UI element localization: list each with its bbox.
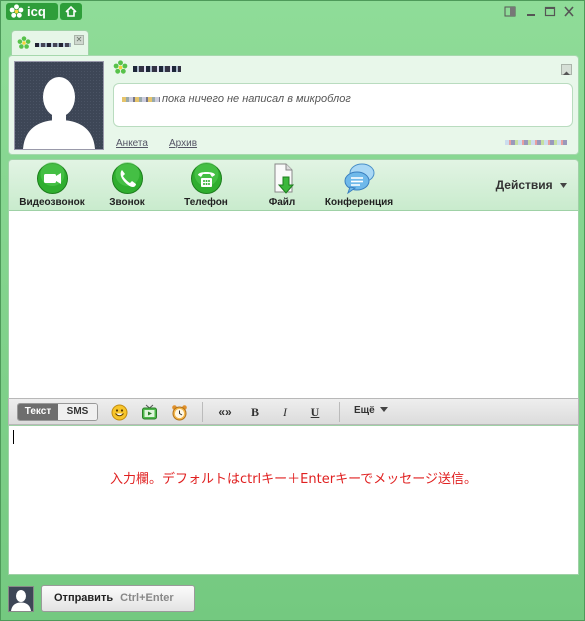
chat-window: icq ✕ пока ничего не написал в микроблог… — [0, 0, 585, 621]
toolbar-divider — [339, 402, 340, 422]
profile-link[interactable]: Анкета — [116, 138, 148, 149]
more-label: Ещё — [354, 405, 375, 416]
home-button[interactable] — [60, 3, 82, 20]
sms-mode-button[interactable]: SMS — [57, 404, 97, 420]
text-mode-button[interactable]: Текст — [18, 404, 58, 420]
maximize-icon — [544, 6, 556, 17]
minimize-icon — [527, 14, 535, 16]
message-mode-toggle: Текст SMS — [17, 403, 98, 421]
video-call-button[interactable]: Видеозвонок — [13, 162, 91, 208]
input-annotation: 入力欄。デフォルトはctrlキー＋Enterキーでメッセージ送信。 — [109, 472, 478, 487]
telephone-icon — [190, 162, 222, 194]
actions-label: Действия — [495, 178, 553, 192]
more-dropdown[interactable]: Ещё — [354, 405, 389, 416]
contact-avatar — [14, 61, 104, 150]
online-status-icon — [113, 60, 128, 74]
default-avatar-icon — [9, 587, 33, 611]
conference-icon — [344, 163, 374, 195]
my-avatar[interactable] — [8, 586, 34, 612]
restore-button[interactable] — [504, 6, 518, 18]
default-avatar-icon — [15, 62, 103, 149]
message-input[interactable]: 入力欄。デフォルトはctrlキー＋Enterキーでメッセージ送信。 — [8, 425, 579, 575]
italic-button[interactable]: I — [275, 403, 295, 421]
call-button[interactable]: Звонок — [95, 162, 159, 208]
contact-name-pixelated — [133, 66, 181, 72]
text-caret — [13, 430, 14, 444]
contact-uin-pixelated — [505, 140, 567, 145]
close-icon — [564, 6, 574, 17]
phone-call-icon — [111, 162, 143, 194]
restore-icon — [504, 6, 516, 17]
app-title: icq — [27, 4, 46, 19]
telephone-button[interactable]: Телефон — [173, 162, 239, 208]
actions-dropdown[interactable]: Действия — [496, 178, 568, 192]
chevron-up-icon — [563, 71, 570, 75]
title-bar: icq — [1, 1, 584, 23]
maximize-button[interactable] — [544, 6, 558, 18]
minimize-button[interactable] — [525, 6, 539, 18]
conference-label: Конференция — [324, 197, 394, 208]
send-label: Отправить — [54, 592, 114, 604]
archive-link[interactable]: Архив — [169, 138, 197, 149]
toolbar-divider — [202, 402, 203, 422]
home-icon — [65, 6, 77, 17]
contact-name-pixelated — [122, 97, 160, 102]
icq-flower-icon — [9, 4, 24, 18]
stickers-button[interactable] — [139, 403, 159, 421]
message-history[interactable] — [8, 211, 579, 398]
bold-button[interactable]: B — [245, 403, 265, 421]
close-button[interactable] — [563, 6, 577, 18]
status-message: пока ничего не написал в микроблог — [162, 93, 351, 105]
call-toolbar: Видеозвонок Звонок Телефон Файл Конферен… — [8, 159, 579, 211]
file-label: Файл — [268, 197, 296, 208]
icq-logo-button[interactable]: icq — [6, 3, 58, 20]
conference-button[interactable]: Конференция — [317, 162, 401, 208]
contact-name-row — [113, 60, 313, 76]
tab-contact[interactable]: ✕ — [11, 30, 89, 56]
format-toolbar: Текст SMS «» B I U Ещё — [8, 398, 579, 425]
send-shortcut: Ctrl+Enter — [120, 592, 174, 604]
chevron-down-icon — [560, 183, 567, 188]
tv-icon — [141, 404, 157, 420]
send-file-button[interactable]: Файл — [259, 162, 305, 208]
microblog-status-box: пока ничего не написал в микроблог — [113, 83, 573, 127]
video-call-icon — [36, 162, 68, 194]
wake-up-button[interactable] — [169, 403, 189, 421]
video-call-label: Видеозвонок — [19, 197, 85, 208]
quote-button[interactable]: «» — [215, 403, 235, 421]
underline-button[interactable]: U — [305, 403, 325, 421]
collapse-panel-button[interactable] — [561, 64, 572, 75]
smiley-icon — [111, 404, 127, 421]
contact-profile-panel: пока ничего не написал в микроблог Анкет… — [8, 55, 579, 155]
chevron-down-icon — [380, 407, 389, 412]
call-label: Звонок — [109, 197, 145, 208]
contact-name-pixelated — [35, 43, 71, 47]
file-send-icon — [274, 163, 294, 194]
alarm-clock-icon — [171, 405, 187, 421]
tab-close-button[interactable]: ✕ — [74, 35, 84, 45]
send-button[interactable]: Отправить Ctrl+Enter — [41, 585, 195, 612]
emoticon-button[interactable] — [109, 403, 129, 421]
online-status-icon — [17, 36, 31, 49]
telephone-label: Телефон — [184, 197, 228, 208]
